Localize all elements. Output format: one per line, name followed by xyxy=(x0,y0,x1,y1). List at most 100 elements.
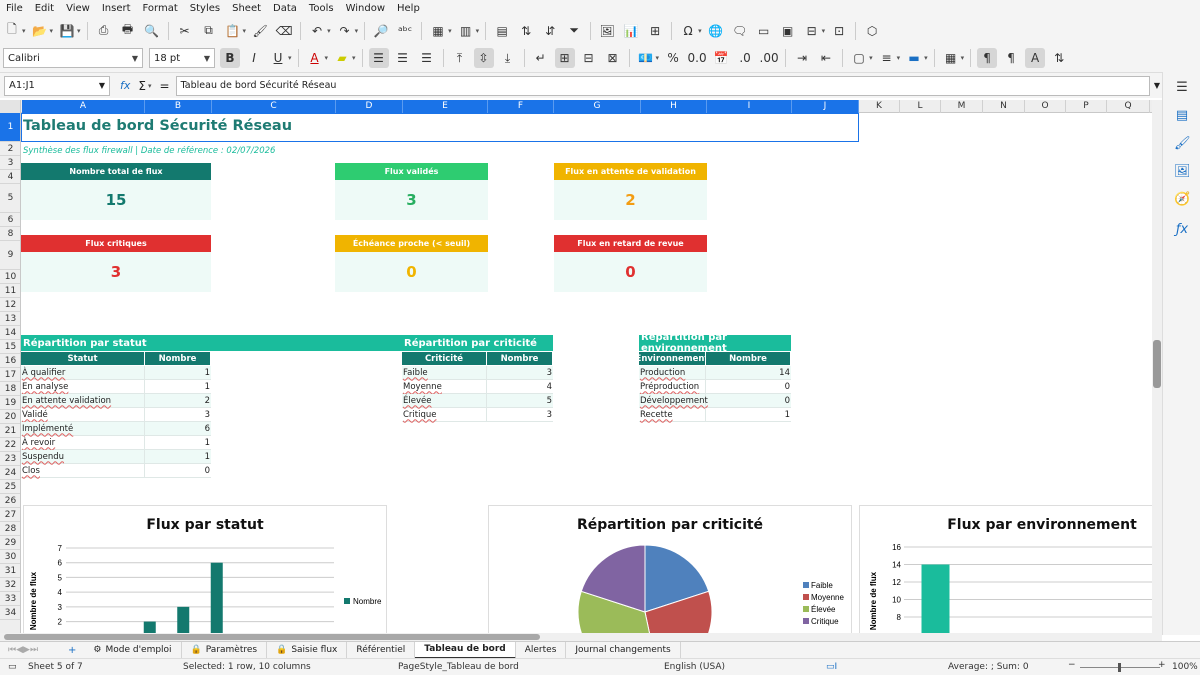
menu-insert[interactable]: Insert xyxy=(96,3,137,14)
special-character-icon[interactable]: Ω xyxy=(678,21,698,41)
column-header-j[interactable]: J xyxy=(792,100,859,113)
styles-icon[interactable]: 🖌 xyxy=(1174,136,1191,152)
pivot-table-icon[interactable]: ⊞ xyxy=(645,21,665,41)
highlight-color-icon[interactable]: ▰ xyxy=(332,48,352,68)
row-header-9[interactable]: 9 xyxy=(0,241,20,270)
currency-format-icon[interactable]: 💶 xyxy=(636,48,656,68)
menu-window[interactable]: Window xyxy=(340,3,391,14)
row-header-10[interactable]: 10 xyxy=(0,270,20,284)
align-middle-icon[interactable]: ⇳ xyxy=(473,48,494,68)
column-header-f[interactable]: F xyxy=(488,100,554,113)
row-header-18[interactable]: 18 xyxy=(0,382,20,396)
split-window-icon[interactable]: ⊡ xyxy=(829,21,849,41)
row-header-8[interactable]: 8 xyxy=(0,227,20,241)
zoom-out-icon[interactable]: − xyxy=(1068,660,1076,670)
sheet-tab-4[interactable]: Référentiel xyxy=(347,641,416,659)
horizontal-scrollbar[interactable] xyxy=(0,633,1162,641)
menu-help[interactable]: Help xyxy=(391,3,426,14)
row-header-16[interactable]: 16 xyxy=(0,354,20,368)
row-icon[interactable]: ▦ xyxy=(428,21,448,41)
menu-edit[interactable]: Edit xyxy=(29,3,60,14)
text-direction-icon[interactable]: A xyxy=(1025,48,1046,68)
row-header-23[interactable]: 23 xyxy=(0,452,20,466)
align-left-icon[interactable]: ☰ xyxy=(368,48,389,68)
row-header-29[interactable]: 29 xyxy=(0,536,20,550)
print-preview-icon[interactable]: 🔍 xyxy=(142,21,162,41)
row-header-20[interactable]: 20 xyxy=(0,410,20,424)
row-header-14[interactable]: 14 xyxy=(0,326,20,340)
redo-icon[interactable]: ↷ xyxy=(335,21,355,41)
vertical-scrollbar[interactable] xyxy=(1152,100,1162,633)
select-all-corner[interactable] xyxy=(0,100,21,113)
column-header-o[interactable]: O xyxy=(1025,100,1066,113)
date-format-icon[interactable]: 📅 xyxy=(711,48,731,68)
clone-formatting-icon[interactable]: 🖌 xyxy=(250,21,270,41)
italic-icon[interactable]: I xyxy=(244,48,264,68)
spelling-icon[interactable]: ᵃᵇᶜ xyxy=(395,21,415,41)
column-header-a[interactable]: A xyxy=(22,100,145,113)
font-color-icon[interactable]: A xyxy=(305,48,325,68)
align-bottom-icon[interactable]: ⤓ xyxy=(498,48,518,68)
wrap-text-icon[interactable]: ↵ xyxy=(531,48,551,68)
row-header-25[interactable]: 25 xyxy=(0,480,20,494)
sheet-tab-3[interactable]: 🔒 Saisie flux xyxy=(267,641,348,659)
add-decimal-icon[interactable]: .0 xyxy=(735,48,755,68)
decrease-indent-icon[interactable]: ⇤ xyxy=(816,48,836,68)
dropdown-arrow-icon[interactable]: ▼ xyxy=(99,81,105,90)
right-to-left-icon[interactable]: ¶ xyxy=(1001,48,1021,68)
insert-image-icon[interactable]: 🖼 xyxy=(597,21,617,41)
unmerge-cells-icon[interactable]: ⊠ xyxy=(603,48,623,68)
freeze-rows-icon[interactable]: ⊟ xyxy=(802,21,822,41)
chart-repartition-par-criticite[interactable]: Répartition par criticité Faible Moyenne É… xyxy=(488,505,852,633)
row-header-30[interactable]: 30 xyxy=(0,550,20,564)
menu-styles[interactable]: Styles xyxy=(184,3,226,14)
font-size-box[interactable]: 18 pt ▼ xyxy=(149,48,215,68)
sheet-grid[interactable]: Tableau de bord Sécurité Réseau Synthèse… xyxy=(21,113,1152,633)
menu-file[interactable]: File xyxy=(0,3,29,14)
menu-format[interactable]: Format xyxy=(137,3,184,14)
align-center-icon[interactable]: ☰ xyxy=(393,48,413,68)
conditional-format-icon[interactable]: ▦ xyxy=(941,48,961,68)
functions-icon[interactable]: ƒx xyxy=(1174,222,1190,238)
paste-icon[interactable]: 📋 xyxy=(223,21,243,41)
insert-chart-icon[interactable]: 📊 xyxy=(621,21,641,41)
number-format-icon[interactable]: 0.0 xyxy=(687,48,707,68)
navigator-icon[interactable]: 🧭 xyxy=(1174,192,1190,208)
properties-icon[interactable]: ▤ xyxy=(1174,108,1190,124)
sheet-tab-7[interactable]: Journal changements xyxy=(566,641,681,659)
chart-flux-par-statut[interactable]: Flux par statut 01234567Nombre de fluxNo… xyxy=(23,505,387,633)
vertical-scroll-thumb[interactable] xyxy=(1153,340,1161,388)
row-header-34[interactable]: 34 xyxy=(0,606,20,620)
column-header-b[interactable]: B xyxy=(145,100,212,113)
copy-icon[interactable]: ⧉ xyxy=(199,21,219,41)
border-style-icon[interactable]: ≡ xyxy=(877,48,897,68)
menu-tools[interactable]: Tools xyxy=(303,3,340,14)
align-right-icon[interactable]: ☰ xyxy=(417,48,437,68)
undo-icon[interactable]: ↶ xyxy=(307,21,327,41)
row-header-5[interactable]: 5 xyxy=(0,184,20,213)
column-header-e[interactable]: E xyxy=(403,100,488,113)
row-header-3[interactable]: 3 xyxy=(0,156,20,170)
expand-formula-icon[interactable]: ▼ xyxy=(1154,81,1160,90)
sheet-tab-1[interactable]: ⚙ Mode d'emploi xyxy=(84,641,182,659)
row-header-11[interactable]: 11 xyxy=(0,284,20,298)
column-header-q[interactable]: Q xyxy=(1107,100,1150,113)
vertical-text-icon[interactable]: ⇅ xyxy=(1049,48,1069,68)
column-header-c[interactable]: C xyxy=(212,100,336,113)
column-header-i[interactable]: I xyxy=(707,100,792,113)
column-header-h[interactable]: H xyxy=(641,100,707,113)
column-header-m[interactable]: M xyxy=(941,100,983,113)
row-header-17[interactable]: 17 xyxy=(0,368,20,382)
sort-ascending-icon[interactable]: ⇅ xyxy=(516,21,536,41)
menu-view[interactable]: View xyxy=(60,3,96,14)
border-color-icon[interactable]: ▬ xyxy=(904,48,924,68)
define-print-area-icon[interactable]: ▣ xyxy=(778,21,798,41)
row-header-26[interactable]: 26 xyxy=(0,494,20,508)
hyperlink-icon[interactable]: 🌐 xyxy=(706,21,726,41)
sheet-tab-2[interactable]: 🔒 Paramètres xyxy=(182,641,268,659)
sheet-tab-5[interactable]: Tableau de bord xyxy=(415,641,516,659)
new-document-icon[interactable]: 🗋 xyxy=(2,21,22,41)
row-header-4[interactable]: 4 xyxy=(0,170,20,184)
column-header-d[interactable]: D xyxy=(336,100,403,113)
save-icon[interactable]: 💾 xyxy=(57,21,77,41)
